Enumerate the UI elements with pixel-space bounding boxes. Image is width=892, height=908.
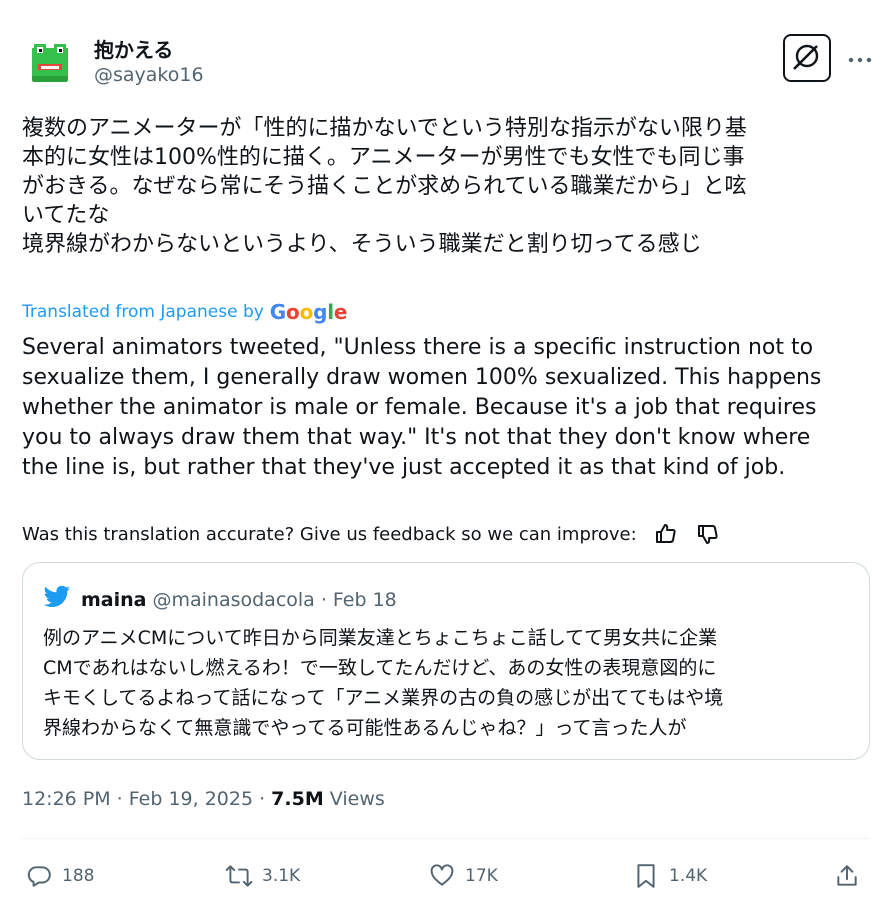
bookmark-button[interactable]: 1.4K <box>629 856 707 896</box>
tweet-original-text: 複数のアニメーターが「性的に描かないでという特別な指示がない限り基 本的に女性は… <box>22 114 872 259</box>
feedback-prompt: Was this translation accurate? Give us f… <box>22 523 637 545</box>
views-count: 7.5M <box>271 788 324 810</box>
tweet-timestamp[interactable]: 12:26 PM · Feb 19, 2025 · <box>22 788 271 810</box>
author-handle[interactable]: @sayako16 <box>94 64 204 86</box>
grok-button[interactable] <box>783 34 831 82</box>
quoted-tweet-text: 例のアニメCMについて昨日から同業友達とちょこちょこ話してて男女共に企業 CMで… <box>43 623 853 743</box>
translation-line: sexualize them, I generally draw women 1… <box>22 365 822 390</box>
divider <box>22 838 870 839</box>
reply-count: 188 <box>62 866 95 886</box>
translation-attribution[interactable]: Translated from Japanese by Google <box>22 300 347 324</box>
bookmark-count: 1.4K <box>669 866 708 886</box>
share-icon <box>830 859 864 893</box>
translated-label: Translated from Japanese by <box>22 302 264 322</box>
translation-text: Several animators tweeted, "Unless there… <box>22 333 872 483</box>
translation-line: whether the animator is male or female. … <box>22 395 817 420</box>
more-options-button[interactable] <box>840 38 880 78</box>
tweet-line: 境界線がわからないというより、そういう職業だと割り切ってる感じ <box>22 232 702 257</box>
action-bar: 188 3.1K 17K 1.4K <box>22 856 870 896</box>
translation-line: the line is, but rather that they've jus… <box>22 455 786 480</box>
like-button[interactable]: 17K <box>425 856 498 896</box>
like-count: 17K <box>465 866 498 886</box>
tweet-meta: 12:26 PM · Feb 19, 2025 · 7.5M Views <box>22 788 385 810</box>
grok-icon <box>792 41 822 75</box>
repost-button[interactable]: 3.1K <box>222 856 300 896</box>
thumbs-up-icon[interactable] <box>651 519 681 549</box>
translation-line: Several animators tweeted, "Unless there… <box>22 335 814 360</box>
google-logo: Google <box>269 300 348 324</box>
quoted-line: 界線わからなくて無意識でやってる可能性あるんじゃね？」って言った人が <box>43 717 687 739</box>
thumbs-down-icon[interactable] <box>693 519 723 549</box>
reply-button[interactable]: 188 <box>22 856 94 896</box>
avatar[interactable] <box>24 36 76 88</box>
like-icon <box>425 859 459 893</box>
share-button[interactable] <box>830 856 870 896</box>
quoted-line: 例のアニメCMについて昨日から同業友達とちょこちょこ話してて男女共に企業 <box>43 627 718 649</box>
quoted-author-name: maina <box>81 588 147 611</box>
quoted-tweet-header: maina @mainasodacola · Feb 18 <box>43 585 397 614</box>
twitter-bird-icon <box>43 585 71 614</box>
repost-count: 3.1K <box>262 866 301 886</box>
more-icon <box>848 49 872 68</box>
quoted-date: · Feb 18 <box>320 588 397 611</box>
quoted-tweet[interactable]: maina @mainasodacola · Feb 18 例のアニメCMについ… <box>22 562 870 760</box>
tweet-line: いてたな <box>22 203 110 228</box>
bookmark-icon <box>629 859 663 893</box>
repost-icon <box>222 859 256 893</box>
author-name[interactable]: 抱かえる <box>94 34 173 63</box>
tweet-line: がおきる。なぜなら常にそう描くことが求められている職業だから」と呟 <box>22 174 747 199</box>
quoted-line: キモくしてるよねって話になって「アニメ業界の古の負の感じが出ててもはや境 <box>43 687 724 709</box>
reply-icon <box>22 859 56 893</box>
quoted-line: CMであれはないし燃えるわ！で一致してたんだけど、あの女性の表現意図的に <box>43 657 717 679</box>
tweet-line: 複数のアニメーターが「性的に描かないでという特別な指示がない限り基 <box>22 116 747 141</box>
quoted-author-handle: @mainasodacola <box>152 588 315 611</box>
translation-line: you to always draw them that way." It's … <box>22 425 811 450</box>
translation-feedback: Was this translation accurate? Give us f… <box>22 519 723 549</box>
tweet-line: 本的に女性は100%性的に描く。アニメーターが男性でも女性でも同じ事 <box>22 145 745 170</box>
views-label: Views <box>323 788 385 810</box>
